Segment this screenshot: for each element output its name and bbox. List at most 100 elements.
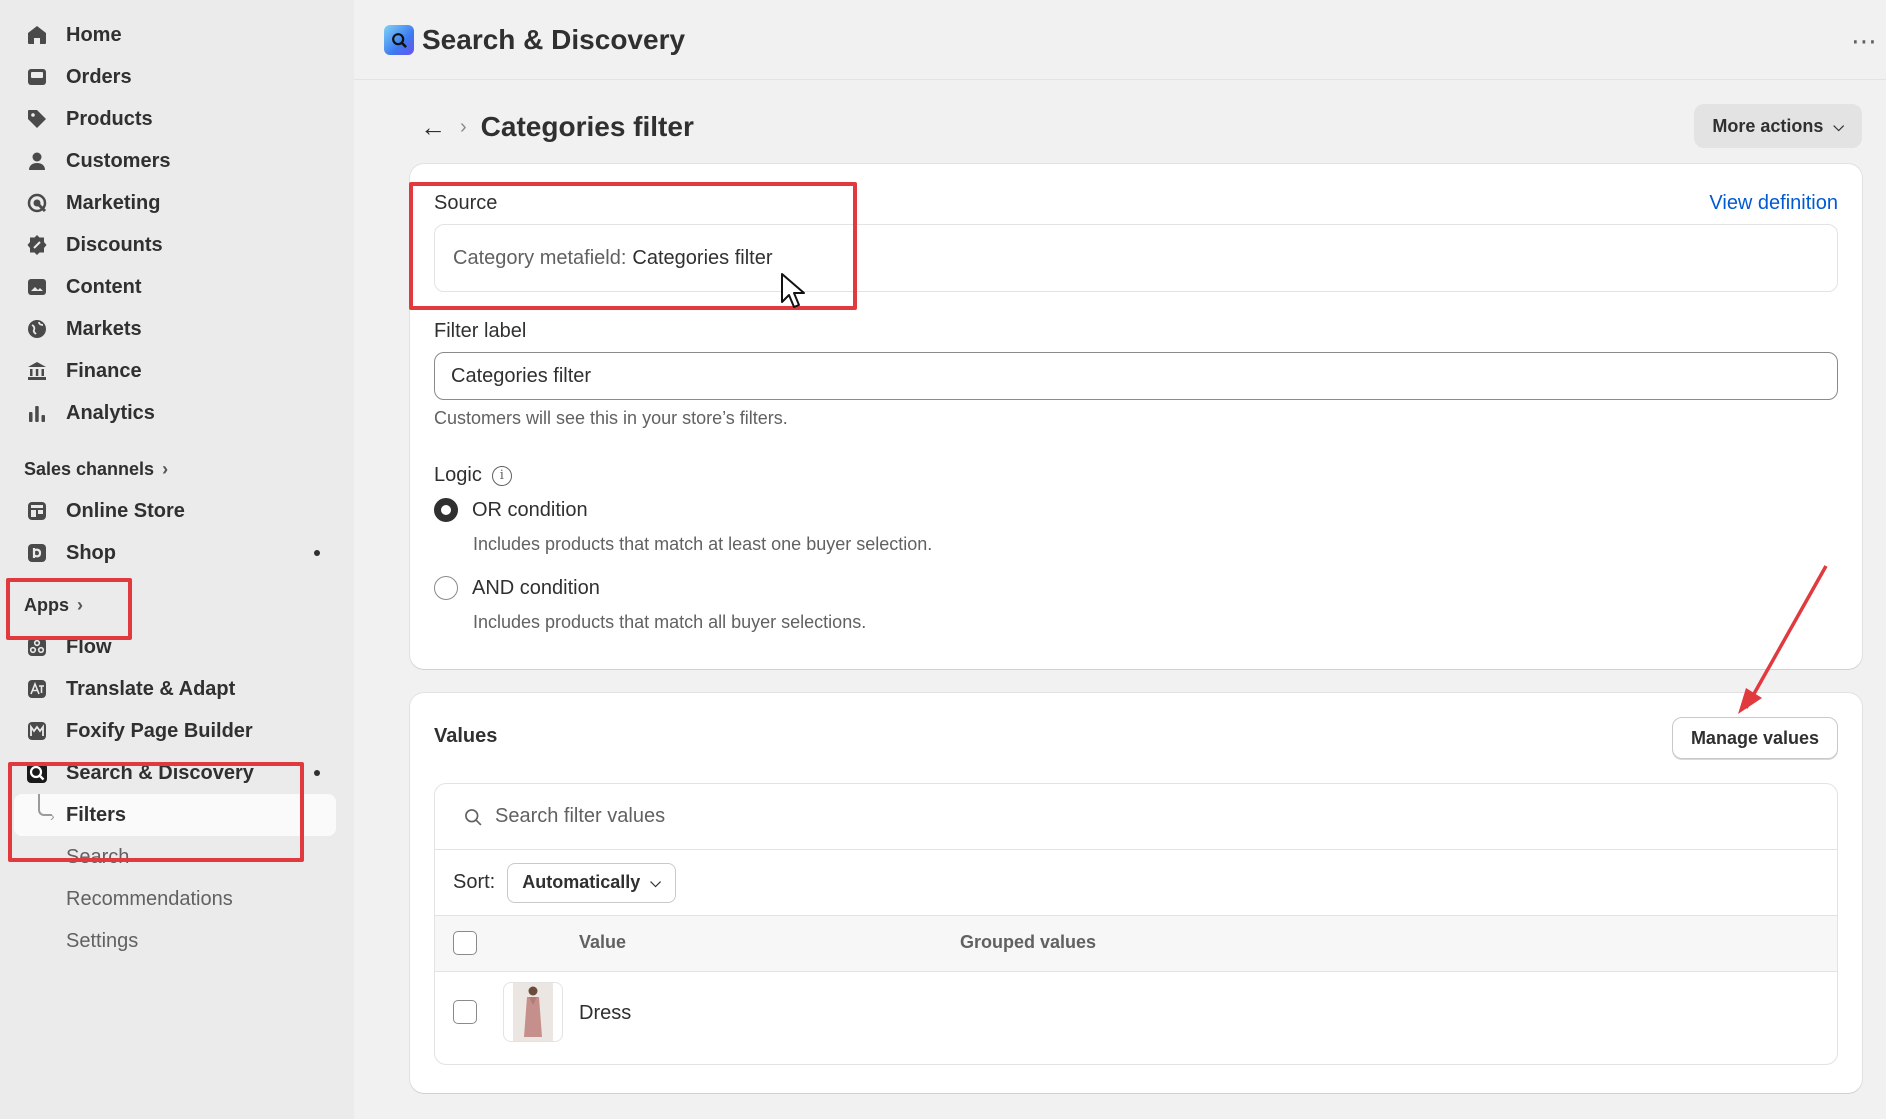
values-table: Sort: Automatically ⌵ Value Grouped valu… [434, 783, 1838, 1065]
nav-label: Flow [66, 635, 112, 658]
chevron-right-icon: › [77, 594, 83, 615]
logic-label: Logic i [434, 464, 512, 487]
or-condition-desc: Includes products that match at least on… [473, 534, 933, 554]
nav-item-customers[interactable]: Customers [0, 140, 354, 182]
table-row[interactable]: Dress [435, 972, 1837, 1064]
radio-button-selected[interactable] [434, 498, 458, 522]
search-icon [465, 808, 482, 826]
nav-item-marketing[interactable]: Marketing [0, 182, 354, 224]
source-value: Categories filter [632, 246, 773, 269]
table-header: Value Grouped values [435, 916, 1837, 972]
ellipsis-icon[interactable]: ⋯ [1851, 26, 1878, 57]
nav-label: Analytics [66, 401, 155, 424]
nav-item-home[interactable]: Home [0, 14, 354, 56]
nav-label: Finance [66, 359, 142, 382]
nav-item-search-discovery[interactable]: Search & Discovery [0, 752, 354, 794]
select-all-checkbox[interactable] [453, 931, 477, 955]
value-cell: Dress [579, 1002, 632, 1024]
bank-icon [24, 358, 50, 384]
values-card: Values Manage values Sort: Automatically… [410, 693, 1862, 1093]
nav-label: Shop [66, 541, 116, 564]
apps-header[interactable]: Apps › [0, 584, 354, 626]
chevron-down-icon: ⌵ [1833, 117, 1844, 134]
nav-label: Markets [66, 317, 142, 340]
store-icon [24, 498, 50, 524]
sidebar: Home Orders Products Customers Marketing… [0, 0, 354, 1119]
sub-item-filters[interactable]: Filters [14, 794, 336, 836]
sub-item-recommendations[interactable]: Recommendations [0, 878, 354, 920]
image-icon [24, 274, 50, 300]
filter-label-input[interactable] [434, 352, 1838, 400]
nav-item-products[interactable]: Products [0, 98, 354, 140]
apps-label: Apps [24, 594, 69, 615]
nav-item-translate[interactable]: Translate & Adapt [0, 668, 354, 710]
or-condition-radio[interactable]: OR condition [434, 498, 588, 522]
sub-item-search[interactable]: Search [0, 836, 354, 878]
app-topbar: Search & Discovery ⋯ [354, 0, 1886, 80]
tag-icon [24, 106, 50, 132]
info-icon[interactable]: i [491, 465, 512, 486]
translate-icon [24, 676, 50, 702]
nav-label: Online Store [66, 499, 185, 522]
nav-item-online-store[interactable]: Online Store [0, 490, 354, 532]
and-condition-label: AND condition [472, 576, 600, 599]
nav-label: Marketing [66, 191, 161, 214]
sales-channels-label: Sales channels [24, 458, 155, 479]
sort-row: Sort: Automatically ⌵ [435, 850, 1837, 916]
column-value: Value [579, 932, 627, 952]
notification-dot [314, 770, 320, 776]
sales-channels-header[interactable]: Sales channels › [0, 448, 354, 490]
nav-label: Home [66, 23, 122, 46]
and-condition-radio[interactable]: AND condition [434, 576, 600, 600]
more-actions-button[interactable]: More actions ⌵ [1694, 104, 1862, 148]
globe-icon [24, 316, 50, 342]
nav-item-foxify[interactable]: Foxify Page Builder [0, 710, 354, 752]
chevron-right-icon: › [162, 458, 169, 479]
discount-icon [24, 232, 50, 258]
more-actions-label: More actions [1712, 115, 1824, 136]
sub-item-settings[interactable]: Settings [0, 920, 354, 962]
column-grouped-values: Grouped values [960, 932, 1097, 952]
sort-select[interactable]: Automatically ⌵ [507, 862, 676, 903]
foxify-icon [24, 718, 50, 744]
back-arrow-icon[interactable]: ← [420, 112, 446, 143]
nav-item-analytics[interactable]: Analytics [0, 392, 354, 434]
nav-item-discounts[interactable]: Discounts [0, 224, 354, 266]
values-title: Values [434, 725, 498, 747]
radio-button[interactable] [434, 576, 458, 600]
nav-item-flow[interactable]: Flow [0, 626, 354, 668]
chevron-down-icon: ⌵ [650, 874, 661, 890]
values-search [435, 784, 1837, 850]
view-definition-link[interactable]: View definition [1709, 192, 1838, 215]
sort-label: Sort: [453, 871, 496, 893]
page-title: Categories filter [480, 111, 694, 142]
nav-label: Customers [66, 149, 171, 172]
breadcrumb-chevron-icon: › [460, 115, 467, 138]
or-condition-label: OR condition [472, 498, 588, 521]
nav-item-finance[interactable]: Finance [0, 350, 354, 392]
filter-label-help: Customers will see this in your store’s … [434, 408, 788, 428]
row-checkbox[interactable] [453, 1000, 477, 1024]
nav-label: Discounts [66, 233, 163, 256]
search-filter-values-input[interactable] [495, 805, 1095, 828]
filter-settings-card: Source View definition Category metafiel… [410, 164, 1862, 669]
inbox-icon [24, 64, 50, 90]
manage-values-button[interactable]: Manage values [1671, 717, 1838, 759]
app-logo-icon [384, 24, 414, 55]
target-icon [24, 190, 50, 216]
source-label: Source [434, 192, 498, 214]
nav-label: Content [66, 275, 142, 298]
sort-value: Automatically [522, 872, 641, 892]
source-field: Category metafield: Categories filter [434, 224, 1838, 292]
nav-label: Search & Discovery [66, 761, 254, 784]
nav-item-shop[interactable]: Shop [0, 532, 354, 574]
nav-item-markets[interactable]: Markets [0, 308, 354, 350]
app-title: Search & Discovery [422, 23, 686, 55]
nav-item-orders[interactable]: Orders [0, 56, 354, 98]
nav-item-content[interactable]: Content [0, 266, 354, 308]
notification-dot [314, 550, 320, 556]
person-icon [24, 148, 50, 174]
nav-label: Translate & Adapt [66, 677, 236, 700]
bar-chart-icon [24, 400, 50, 426]
page-header: ← › Categories filter More actions ⌵ [410, 104, 1862, 150]
